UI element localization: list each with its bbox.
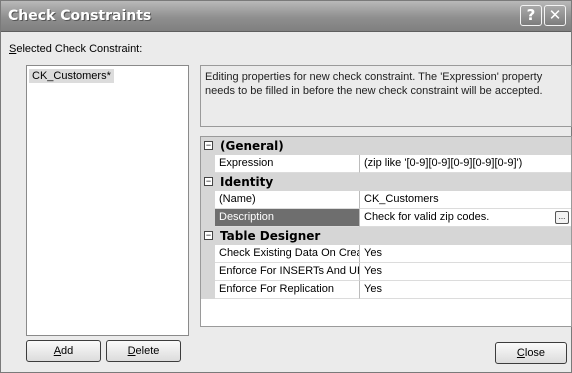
category-label: Table Designer xyxy=(220,229,321,243)
property-row-expression[interactable]: Expression (zip like '[0-9][0-9][0-9][0-… xyxy=(201,155,571,173)
property-value-field[interactable]: (zip like '[0-9][0-9][0-9][0-9][0-9]') xyxy=(360,155,571,173)
close-button[interactable]: Close xyxy=(495,342,567,364)
title-bar[interactable]: Check Constraints ? ✕ xyxy=(1,1,571,32)
property-name: Description xyxy=(215,209,360,227)
property-row-enforce-replication[interactable]: Enforce For Replication Yes xyxy=(201,281,571,299)
description-value-field[interactable]: Check for valid zip codes. ... xyxy=(360,209,571,227)
collapse-toggle-icon[interactable]: − xyxy=(204,177,213,186)
property-row-enforce-inserts[interactable]: Enforce For INSERTs And UF Yes xyxy=(201,263,571,281)
category-identity[interactable]: − Identity xyxy=(201,173,571,191)
property-name: Check Existing Data On Crea xyxy=(215,245,360,263)
category-table-designer[interactable]: − Table Designer xyxy=(201,227,571,245)
delete-button[interactable]: Delete xyxy=(106,340,181,362)
close-window-button[interactable]: ✕ xyxy=(544,5,566,26)
dialog-title: Check Constraints xyxy=(8,8,152,24)
property-value-field[interactable]: CK_Customers xyxy=(360,191,571,209)
property-value-field[interactable]: Yes xyxy=(360,245,571,263)
selected-constraint-label: Selected Check Constraint: xyxy=(9,43,143,55)
info-message: Editing properties for new check constra… xyxy=(200,65,572,127)
property-row-check-existing[interactable]: Check Existing Data On Crea Yes xyxy=(201,245,571,263)
property-name: Expression xyxy=(215,155,360,173)
property-name: Enforce For INSERTs And UF xyxy=(215,263,360,281)
category-general[interactable]: − (General) xyxy=(201,137,571,155)
check-constraints-dialog: Check Constraints ? ✕ Selected Check Con… xyxy=(0,0,572,373)
property-value-text: Check for valid zip codes. xyxy=(364,211,490,223)
add-button[interactable]: Add xyxy=(26,340,101,362)
property-grid[interactable]: − (General) Expression (zip like '[0-9][… xyxy=(200,136,572,327)
property-value-field[interactable]: Yes xyxy=(360,281,571,299)
constraint-list[interactable]: CK_Customers* xyxy=(26,65,189,336)
list-item[interactable]: CK_Customers* xyxy=(29,69,114,83)
collapse-toggle-icon[interactable]: − xyxy=(204,141,213,150)
close-icon: ✕ xyxy=(548,6,562,24)
property-name: (Name) xyxy=(215,191,360,209)
help-icon: ? xyxy=(526,6,536,24)
property-value-field[interactable]: Yes xyxy=(360,263,571,281)
category-label: (General) xyxy=(220,139,284,153)
property-row-name[interactable]: (Name) CK_Customers xyxy=(201,191,571,209)
property-name: Enforce For Replication xyxy=(215,281,360,299)
category-label: Identity xyxy=(220,175,274,189)
property-row-description[interactable]: Description Check for valid zip codes. .… xyxy=(201,209,571,227)
collapse-toggle-icon[interactable]: − xyxy=(204,231,213,240)
help-button[interactable]: ? xyxy=(520,5,542,26)
ellipsis-button[interactable]: ... xyxy=(555,211,569,224)
